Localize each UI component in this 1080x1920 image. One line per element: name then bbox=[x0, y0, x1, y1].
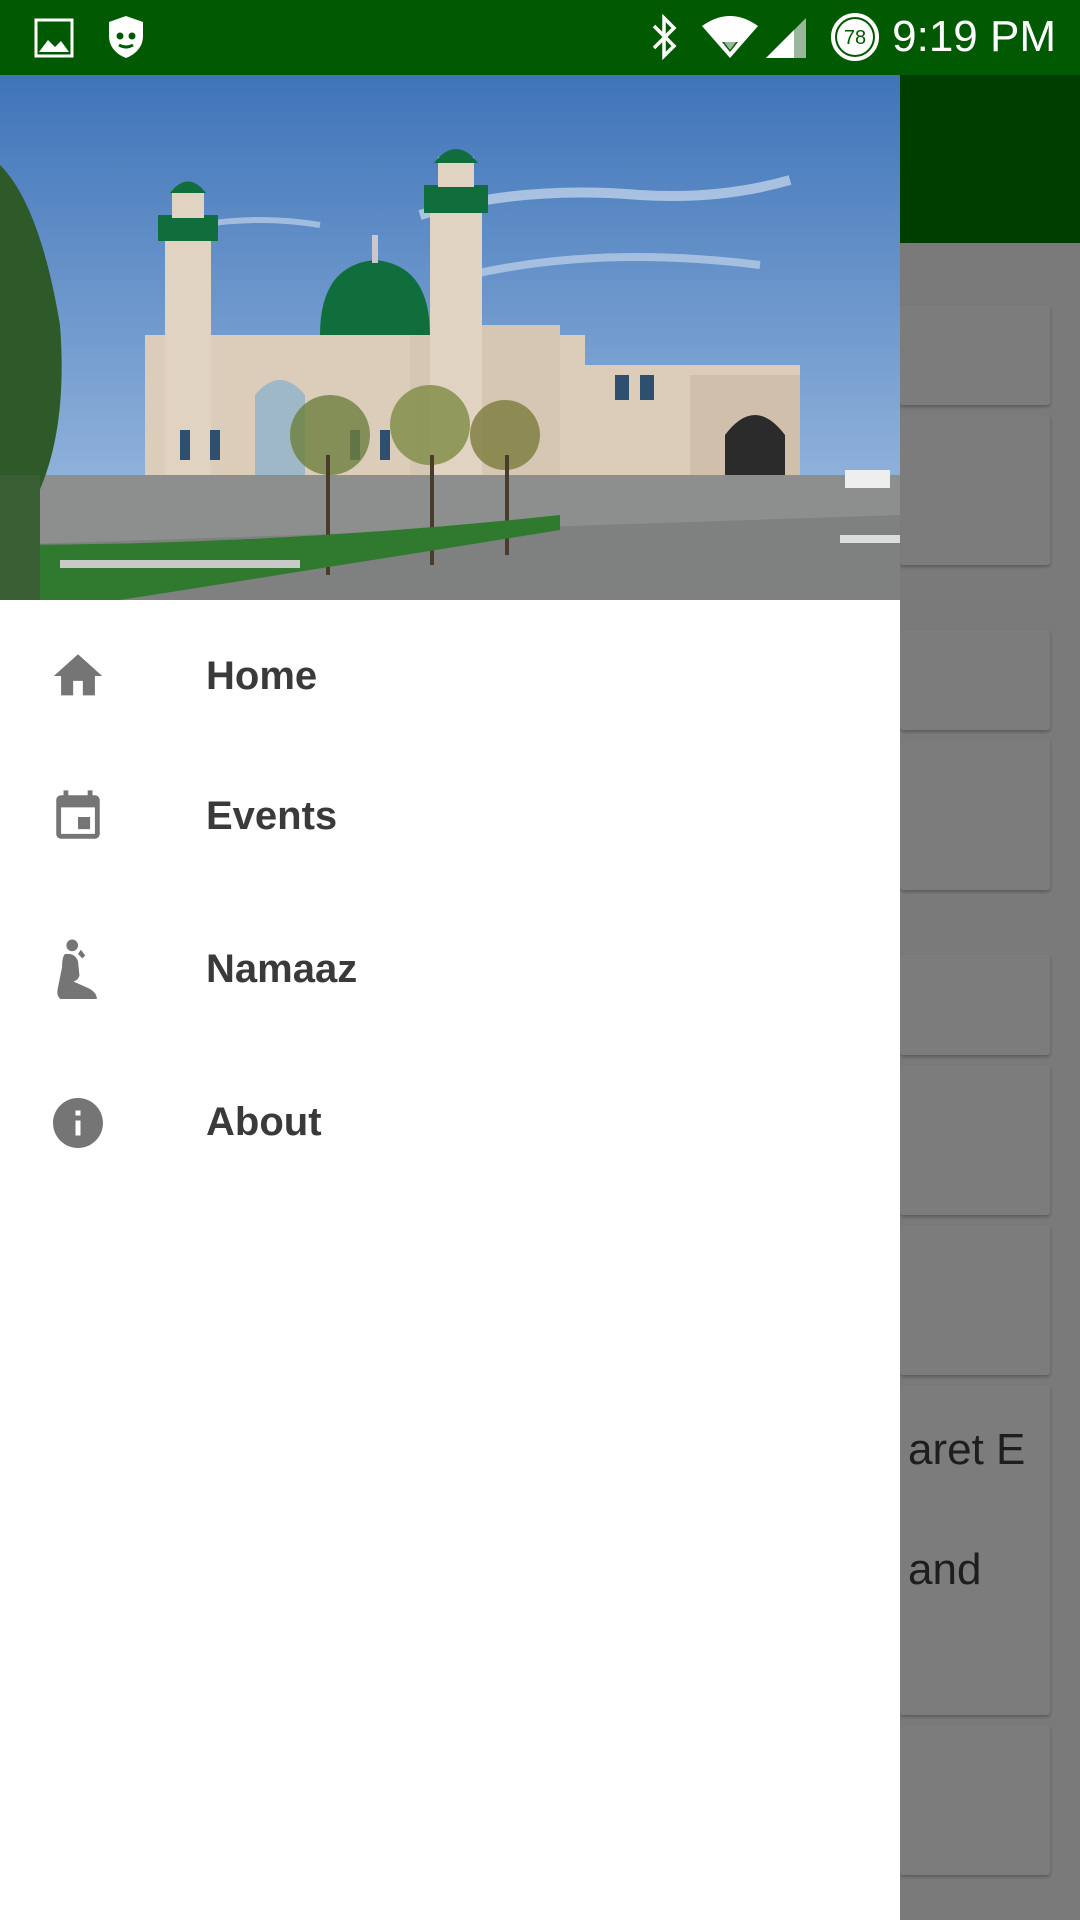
menu-item-label: Home bbox=[206, 653, 318, 698]
menu-item-about[interactable]: About bbox=[0, 1046, 900, 1199]
svg-text:78: 78 bbox=[844, 27, 866, 49]
mosque-header-image bbox=[0, 75, 900, 600]
menu-item-namaaz[interactable]: Namaaz bbox=[0, 893, 900, 1046]
home-icon bbox=[46, 644, 110, 708]
wifi-icon bbox=[700, 14, 760, 65]
background-card bbox=[900, 955, 1050, 1055]
background-card bbox=[900, 1065, 1050, 1215]
menu-item-events[interactable]: Events bbox=[0, 740, 900, 893]
signal-icon bbox=[764, 16, 808, 65]
menu-item-home[interactable]: Home bbox=[0, 612, 900, 740]
prayer-icon bbox=[46, 938, 110, 1002]
calendar-icon bbox=[46, 785, 110, 849]
clock: 9:19 PM bbox=[892, 12, 1056, 61]
background-card bbox=[900, 415, 1050, 565]
status-bar: 78 9:19 PM bbox=[0, 0, 1080, 75]
menu-item-label: Namaaz bbox=[206, 947, 358, 991]
background-card bbox=[900, 1225, 1050, 1375]
background-card bbox=[900, 305, 1050, 405]
menu-item-label: About bbox=[206, 1100, 322, 1144]
info-icon bbox=[46, 1091, 110, 1155]
background-card bbox=[900, 630, 1050, 730]
image-icon bbox=[34, 18, 74, 63]
shield-icon bbox=[106, 14, 146, 65]
background-card bbox=[900, 740, 1050, 890]
bluetooth-icon bbox=[648, 13, 682, 65]
background-card bbox=[900, 1725, 1050, 1875]
drawer-menu: Home Events Namaaz About bbox=[0, 600, 900, 1199]
background-text: and bbox=[908, 1545, 982, 1594]
battery-icon: 78 bbox=[830, 12, 880, 67]
background-text: aret E bbox=[908, 1425, 1026, 1474]
menu-item-label: Events bbox=[206, 794, 338, 838]
navigation-drawer: Home Events Namaaz About bbox=[0, 75, 900, 1920]
